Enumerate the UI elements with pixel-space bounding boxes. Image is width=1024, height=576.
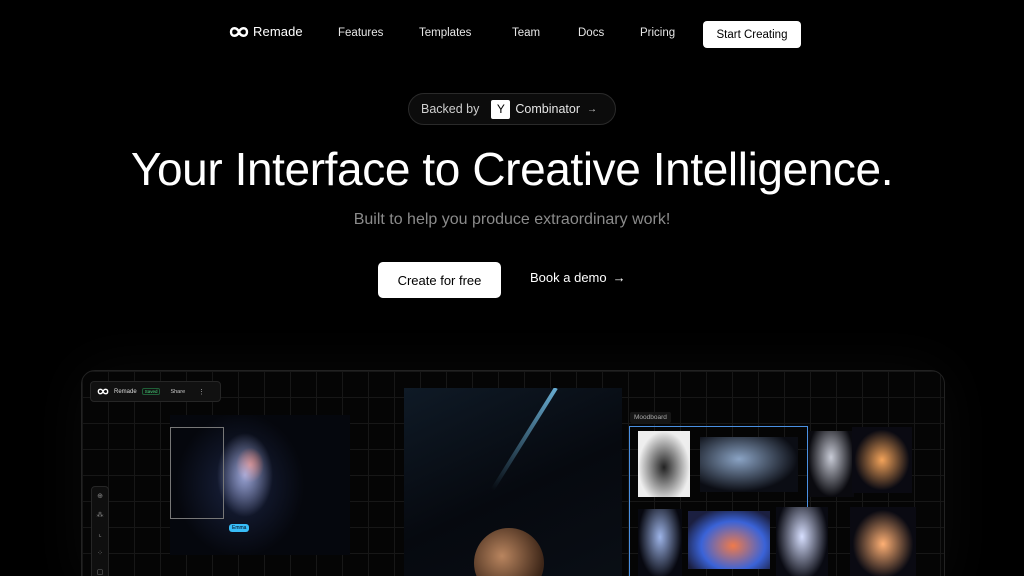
logo[interactable]: Remade	[229, 24, 303, 39]
selection-frame[interactable]	[170, 427, 224, 519]
moodboard-image[interactable]	[688, 511, 770, 569]
more-options-icon[interactable]: ⋮	[198, 388, 205, 396]
remade-logo-icon	[97, 388, 109, 395]
yc-badge[interactable]: Backed by Y Combinator →	[408, 93, 616, 125]
arrow-right-icon: →	[587, 103, 597, 115]
nav-link-features[interactable]: Features	[338, 27, 383, 39]
sparkle-tool-icon[interactable]: ⁂	[97, 512, 104, 520]
moodboard-image[interactable]	[808, 431, 854, 497]
light-streak	[490, 388, 558, 491]
remade-logo-icon	[229, 26, 249, 37]
collaborator-cursor-label: Emma	[229, 524, 250, 532]
nav-link-team[interactable]: Team	[512, 27, 540, 39]
app-preview: Remade Saved Share ⋮ ⊕ ⁂ ⌞ ⁘ ▢ Emma Mood…	[81, 370, 945, 576]
moodboard-image[interactable]	[776, 507, 828, 576]
moodboard-image[interactable]	[638, 509, 682, 576]
moodboard-label: Moodboard	[630, 412, 671, 423]
yc-logo-icon: Y	[491, 99, 511, 119]
arrow-right-icon: →	[612, 270, 626, 285]
top-nav: Remade Features Templates Team Docs Pric…	[0, 0, 1024, 68]
badge-combinator-text: Combinator	[515, 102, 580, 116]
logo-text: Remade	[253, 24, 303, 39]
nav-link-templates[interactable]: Templates	[419, 27, 471, 39]
project-name: Remade	[114, 388, 137, 395]
hero-subheadline: Built to help you produce extraordinary …	[353, 211, 671, 228]
start-creating-button[interactable]: Start Creating	[703, 21, 801, 48]
nav-link-docs[interactable]: Docs	[578, 27, 604, 39]
frame-tool-icon[interactable]: ▢	[97, 569, 104, 576]
preview-toolbar: Remade Saved Share ⋮	[90, 381, 221, 402]
create-for-free-button[interactable]: Create for free	[378, 262, 501, 298]
crop-tool-icon[interactable]: ⌞	[98, 531, 101, 539]
saved-status-badge: Saved	[141, 388, 161, 395]
book-demo-button[interactable]: Book a demo →	[530, 270, 626, 285]
nav-link-pricing[interactable]: Pricing	[640, 27, 675, 39]
share-button[interactable]: Share	[170, 389, 185, 395]
portrait-face	[474, 528, 544, 576]
moodboard-image[interactable]	[700, 437, 798, 492]
portrait-artwork-image[interactable]	[404, 388, 622, 576]
book-demo-label: Book a demo	[530, 270, 607, 285]
add-tool-icon[interactable]: ⊕	[97, 493, 103, 501]
canvas-tools: ⊕ ⁂ ⌞ ⁘ ▢	[91, 486, 109, 576]
hero-headline: Your Interface to Creative Intelligence.	[130, 143, 894, 195]
moodboard-image[interactable]	[638, 431, 690, 497]
badge-backed-text: Backed by	[421, 102, 480, 116]
moodboard-image[interactable]	[850, 507, 916, 576]
grid-tool-icon[interactable]: ⁘	[97, 550, 103, 558]
moodboard-image[interactable]	[852, 427, 912, 493]
